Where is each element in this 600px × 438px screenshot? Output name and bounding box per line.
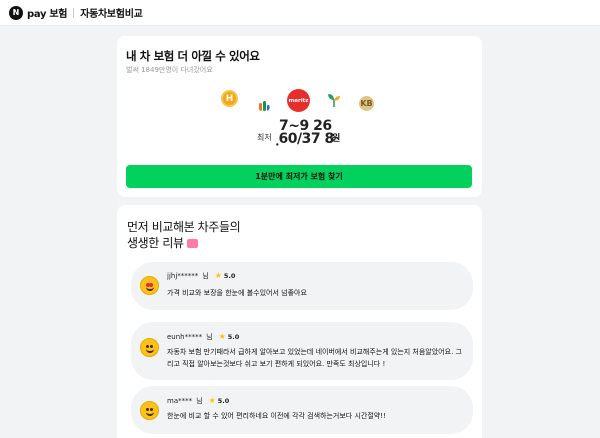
review-user: jjhj****** 님 ★ 5.0 [167,271,235,281]
heart-eyes-emoji-icon [140,276,159,295]
star-icon: ★ [218,332,226,341]
price-unit: 원 [332,134,341,144]
smile-emoji-icon [140,401,159,420]
review-item: ma**** 님 ★ 5.0 한눈에 비교 할 수 있어 편리하네요 이전에 각각 검… [131,386,473,434]
db-logo-icon [259,101,270,111]
hero-title: 내 차 보험 더 아낄 수 있어요 [126,49,260,63]
star-icon: ★ [208,396,216,405]
review-text: 한눈에 비교 할 수 있어 편리하네요 이전에 각각 검색하는거보다 시간절약!… [167,412,386,420]
hero-card: 내 차 보험 더 아낄 수 있어요 벌써 1849만명이 다녀갔어요 H mer… [117,36,482,197]
star-icon: ★ [214,271,222,280]
find-cheapest-insurance-button[interactable]: 1분만에 최저가 보험 찾기 [126,165,472,188]
reviews-card: 먼저 비교해본 차주들의 생생한 리뷰 jjhj****** 님 ★ 5.0 가격 비… [117,205,482,438]
sprout-logo-icon [328,94,340,107]
review-user-id: ma**** [167,397,193,405]
reviews-title-line2: 생생한 리뷰 [127,236,184,250]
divider [73,7,75,18]
brand-name[interactable]: pay 보험 [27,5,68,20]
review-user: eunh***** 님 ★ 5.0 [167,332,239,342]
reviews-title-line1: 먼저 비교해본 차주들의 [127,220,241,234]
review-text: 가격 비교와 보장을 한눈에 볼수있어서 넘좋아요 [167,289,307,297]
meritz-logo-icon: meritz [287,89,310,112]
review-user-id: eunh***** [167,333,203,341]
hero-subtitle: 벌써 1849만명이 다녀갔어요 [126,66,213,74]
naver-n-logo-icon[interactable]: N [9,5,23,20]
review-user-id: jjhj****** [167,272,199,280]
grin-emoji-icon [140,338,159,357]
review-user: ma**** 님 ★ 5.0 [167,396,229,406]
review-user-suffix: 님 [196,397,203,405]
review-user-suffix: 님 [202,272,209,280]
review-user-suffix: 님 [206,333,213,341]
review-item: eunh***** 님 ★ 5.0 자동차 보험 만기때라서 급하게 알아보고 있었는… [131,322,473,380]
review-score: 5.0 [223,272,236,280]
top-bar: N pay 보험 자동차보험비교 [0,0,600,26]
price-digits-line2: ฺ60/37 8 [279,131,334,147]
heart-icon [186,239,198,248]
review-score: 5.0 [227,333,240,341]
kb-logo-icon: KB [359,96,374,111]
review-text: 자동차 보험 만기때라서 급하게 알아보고 있었는데 네이버에서 비교해주는게 … [167,348,462,368]
service-title[interactable]: 자동차보험비교 [80,5,143,20]
hanwha-logo-icon: H [221,90,238,107]
review-item: jjhj****** 님 ★ 5.0 가격 비교와 보장을 한눈에 볼수있어서 넘좋아… [131,262,473,310]
review-score: 5.0 [217,397,230,405]
price-rolling-digits: 7~9 26 ฺ60/37 8 [279,119,334,147]
reviews-title: 먼저 비교해본 차주들의 생생한 리뷰 [127,219,241,251]
lowest-price-label: 최저 [257,133,272,142]
